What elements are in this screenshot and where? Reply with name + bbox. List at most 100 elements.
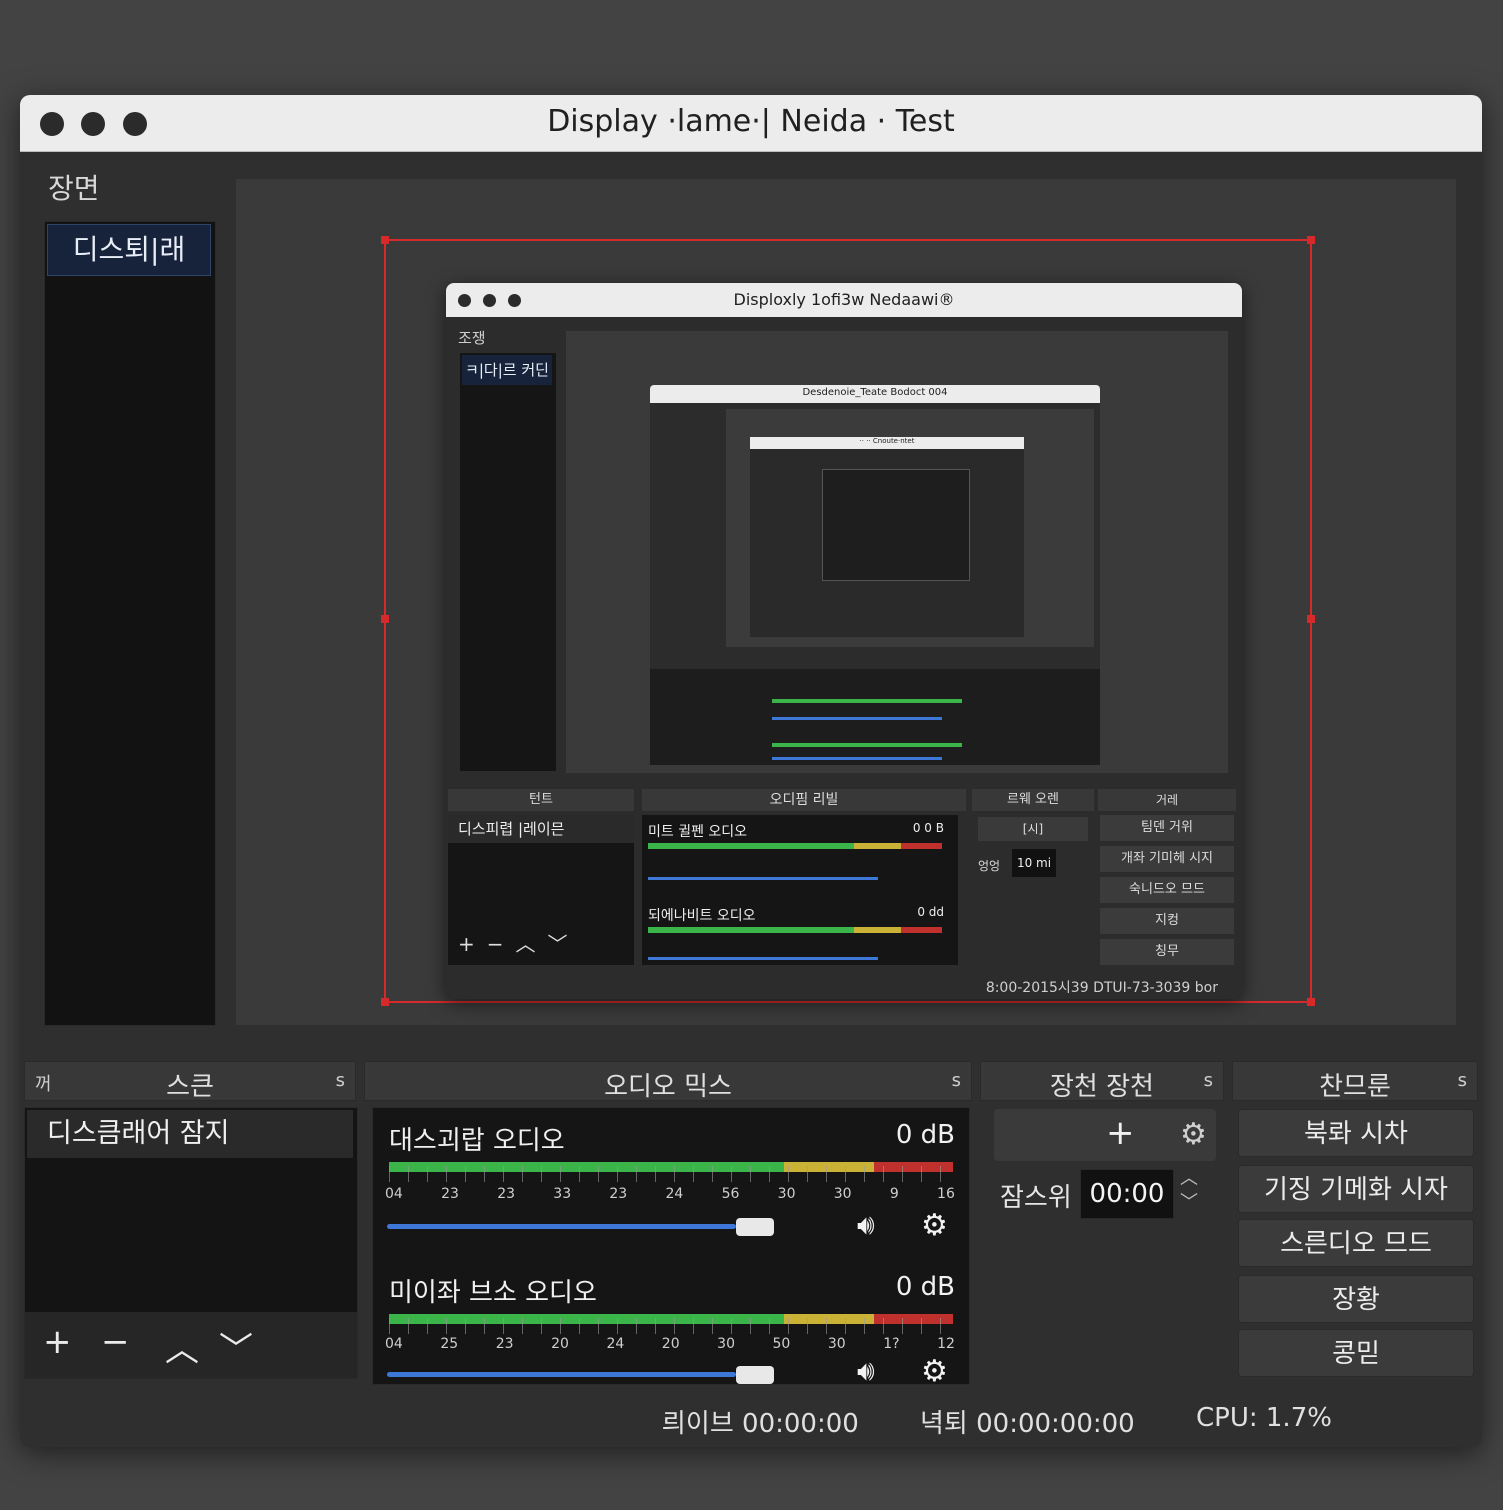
meter-tick-labels: 04 25 23 20 24 20 30 50 30 1? 12	[385, 1336, 955, 1352]
speaker-icon[interactable]: 🔊︎	[857, 1354, 875, 1388]
nested2-title-bar: Desdenoie_Teate Bodoct 004	[650, 385, 1100, 403]
channel-db: 0 dB	[895, 1272, 955, 1302]
meter-ticks	[389, 1166, 953, 1182]
nested-sources-header: 턴트	[448, 789, 634, 811]
nested2-meter	[772, 743, 962, 747]
nested-ch1-db: 0 0 B	[912, 821, 944, 835]
remove-source-button[interactable]: −	[101, 1322, 130, 1362]
scenes-list[interactable]: 디스퇴|래	[44, 221, 216, 1026]
controls-dock-icon[interactable]: s	[1458, 1070, 1467, 1091]
nested2-fader	[772, 757, 942, 760]
transitions-title: 장천 장천	[1050, 1072, 1154, 1102]
move-up-button[interactable]: ︿	[165, 1322, 199, 1371]
nested-ch2-fader	[648, 957, 878, 960]
start-streaming-button[interactable]: 북롸 시차	[1238, 1109, 1474, 1157]
nested3-title-bar: ·· ·· Cnoute·ntet	[750, 437, 1024, 449]
mixer-dock-icon[interactable]: s	[952, 1070, 961, 1091]
nested-control-btn: 지컹	[1100, 908, 1234, 934]
add-transition-button[interactable]: +	[1106, 1113, 1135, 1153]
nested-control-btn: 숙니드오 므드	[1100, 877, 1234, 903]
nested4-window	[822, 469, 970, 581]
gear-icon[interactable]: ⚙︎	[921, 1208, 948, 1243]
resize-handle-tr[interactable]	[1307, 236, 1315, 244]
nested3-window: ·· ·· Cnoute·ntet	[750, 437, 1024, 637]
resize-handle-r[interactable]	[1307, 615, 1315, 623]
channel-name: 미이좌 브소 오디오	[389, 1278, 597, 1308]
nested-duration-label: 엉엉	[978, 859, 1001, 873]
window-title: Display ·lame·| Neida · Test	[547, 104, 955, 139]
nested-ch2-db: 0 dd	[917, 905, 944, 919]
volume-slider-knob[interactable]	[735, 1218, 774, 1236]
nested-control-btn: 칭무	[1100, 939, 1234, 965]
resize-handle-bl[interactable]	[381, 998, 389, 1006]
nested2-meter	[772, 699, 962, 703]
transition-settings-icon[interactable]: ⚙︎	[1180, 1117, 1207, 1152]
transitions-header: 장천 장천 s	[980, 1061, 1224, 1102]
resize-handle-br[interactable]	[1307, 998, 1315, 1006]
nested2-docks	[650, 669, 1100, 765]
resize-handle-l[interactable]	[381, 615, 389, 623]
move-down-button[interactable]: ﹀	[219, 1322, 253, 1371]
cpu-status: CPU: 1.7%	[1196, 1403, 1332, 1433]
nested-ch2-meter	[648, 927, 942, 933]
sources-header: 꺼 스큰 s	[24, 1061, 356, 1102]
transitions-dock-icon[interactable]: s	[1204, 1070, 1213, 1091]
mixer-title: 오디오 믹스	[604, 1072, 732, 1102]
nested-ch2-name: 되에나비트 오디오	[648, 908, 756, 924]
preview-canvas[interactable]: Disploxly 1ofi3w Nedaawi® 조쟁 ㅋ|다|르 커딘 De…	[236, 179, 1456, 1025]
channel-db: 0 dB	[895, 1120, 955, 1150]
resize-handle-tl[interactable]	[381, 236, 389, 244]
duration-input[interactable]: 00:00	[1080, 1169, 1174, 1219]
controls-title: 찬므룬	[1319, 1072, 1391, 1102]
nested-sources-list: 디스피렵 |레이믄 +−︿﹀	[448, 815, 634, 965]
scene-item[interactable]: 디스퇴|래	[47, 224, 211, 276]
nested-transition-box: [시]	[978, 817, 1088, 841]
volume-slider[interactable]	[387, 1224, 736, 1229]
start-recording-button[interactable]: 기징 기메화 시자	[1238, 1165, 1474, 1213]
sources-dock-icon[interactable]: s	[336, 1070, 345, 1091]
duration-label: 잠스위	[1000, 1183, 1072, 1213]
nested-mixer-header: 오디핌 리빌	[642, 789, 966, 811]
nested-ch1-fader	[648, 877, 878, 880]
gear-icon[interactable]: ⚙︎	[921, 1354, 948, 1389]
nested-preview: Desdenoie_Teate Bodoct 004 ·· ·· Cnoute·…	[566, 331, 1228, 773]
nested-control-btn: 개좌 기미헤 시지	[1100, 846, 1234, 872]
scenes-label: 장면	[48, 172, 100, 205]
nested-scenes-label: 조쟁	[458, 329, 486, 347]
sources-title: 스큰	[166, 1072, 214, 1102]
nested-controls-header: 거레	[1098, 789, 1236, 811]
transition-select[interactable]: + ⚙︎	[994, 1109, 1216, 1161]
nested-transitions-header: 르웨 오렌	[972, 789, 1094, 811]
nested-ch1-meter	[648, 843, 942, 849]
recording-status: 녁퇴 00:00:00:00	[920, 1409, 1135, 1439]
title-bar: Display ·lame·| Neida · Test	[20, 95, 1482, 152]
nested-scene-item: ㅋ|다|르 커딘	[462, 355, 552, 385]
speaker-icon[interactable]: 🔊︎	[857, 1208, 875, 1242]
nested-title-bar: Disploxly 1ofi3w Nedaawi®	[446, 283, 1242, 317]
nested3-title: ·· ·· Cnoute·ntet	[859, 437, 915, 445]
sources-list[interactable]: 디스큼래어 잠지 + − ︿ ﹀	[24, 1107, 358, 1379]
nested2-preview: ·· ·· Cnoute·ntet	[726, 409, 1094, 647]
duration-stepper[interactable]: ︿ ﹀	[1180, 1167, 1198, 1215]
volume-slider-knob[interactable]	[735, 1366, 774, 1384]
nested-source-item: 디스피렵 |레이믄	[448, 815, 634, 843]
channel-name: 대스괴랍 오디오	[389, 1126, 565, 1156]
nested2-window: Desdenoie_Teate Bodoct 004 ·· ·· Cnoute·…	[650, 385, 1100, 765]
studio-mode-button[interactable]: 스른디오 므드	[1238, 1219, 1474, 1267]
nested-ch1-name: 미트 귈펜 오디오	[648, 824, 748, 840]
nested2-title: Desdenoie_Teate Bodoct 004	[802, 387, 948, 398]
nested-control-btn: 팀덴 거위	[1100, 815, 1234, 841]
exit-button[interactable]: 콩믿	[1238, 1329, 1474, 1377]
settings-button[interactable]: 장황	[1238, 1275, 1474, 1323]
mixer-header: 오디오 믹스 s	[364, 1061, 972, 1102]
volume-slider[interactable]	[387, 1372, 736, 1377]
meter-tick-labels: 04 23 23 33 23 24 56 30 30 9 16	[385, 1186, 955, 1202]
meter-ticks	[389, 1318, 953, 1334]
add-source-button[interactable]: +	[43, 1322, 72, 1362]
nested-duration-input: 10 mi	[1012, 849, 1056, 877]
sources-toolbar: + − ︿ ﹀	[25, 1312, 357, 1378]
audio-mixer: 대스괴랍 오디오 0 dB 04 23 23 33 23 24 56 30 30 9 16 🔊︎ ⚙…	[372, 1107, 970, 1389]
live-status: 릐이브 00:00:00	[662, 1409, 859, 1439]
nested-source-tools: +−︿﹀	[458, 932, 580, 956]
source-item[interactable]: 디스큼래어 잠지	[27, 1110, 353, 1158]
